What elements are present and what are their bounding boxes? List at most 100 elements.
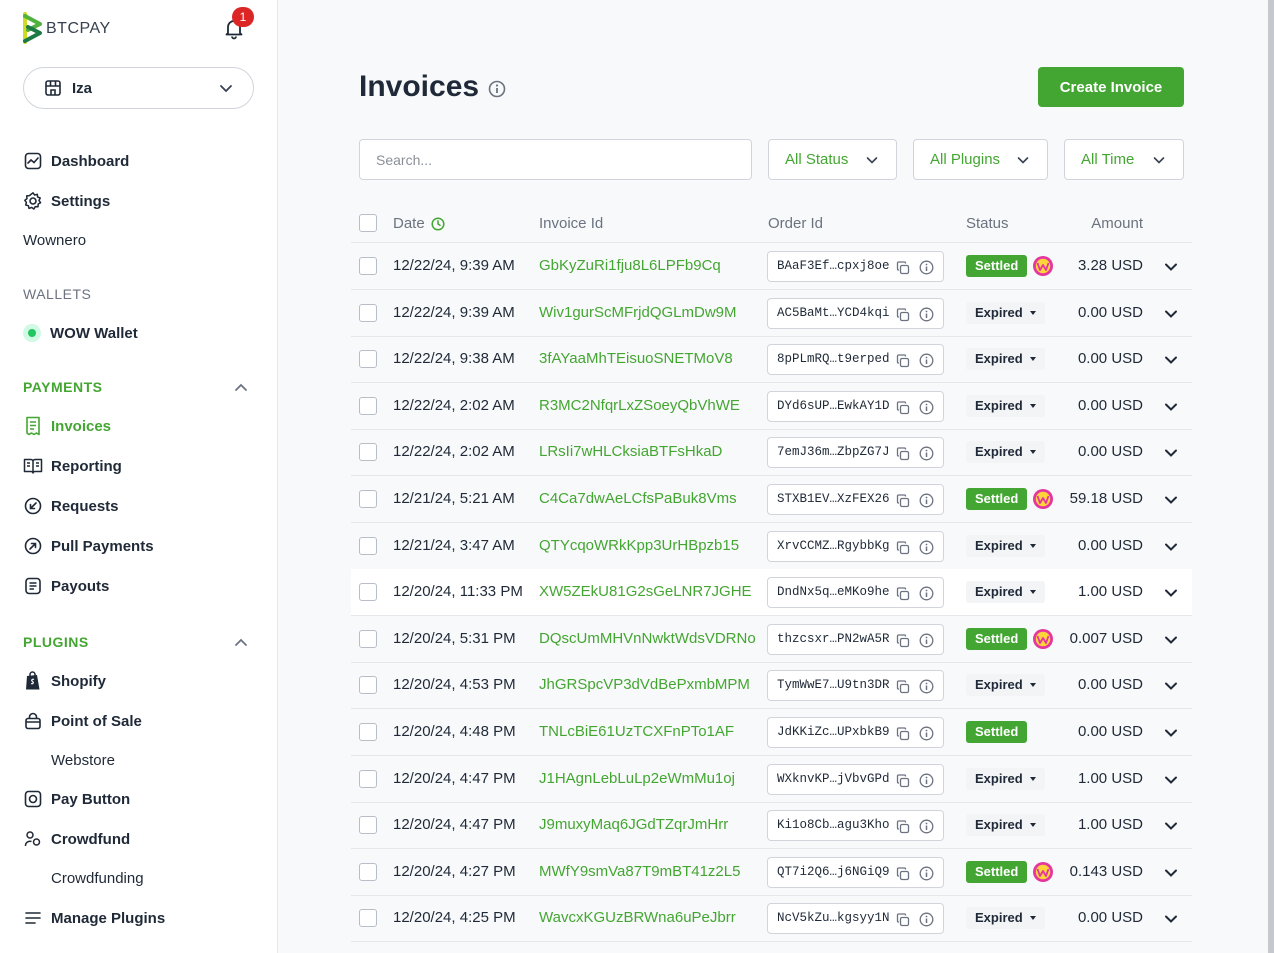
invoice-id-link[interactable]: Wiv1gurScMFrjdQGLmDw9M <box>539 304 737 321</box>
copy-icon[interactable] <box>896 634 910 652</box>
invoice-id-link[interactable]: LRsIi7wHLCksiaBTFsHkaD <box>539 443 722 460</box>
status-badge[interactable]: Expired <box>966 394 1045 417</box>
row-checkbox[interactable] <box>359 723 377 741</box>
brand-logo-link[interactable]: BTCPAY <box>23 12 111 44</box>
chevron-down-icon[interactable] <box>1164 633 1178 651</box>
row-checkbox[interactable] <box>359 862 377 881</box>
info-icon[interactable] <box>919 679 934 698</box>
invoice-id-link[interactable]: GbKyZuRi1fju8L6LPFb9Cq <box>539 257 721 274</box>
info-icon[interactable] <box>919 866 934 885</box>
time-filter-dropdown[interactable]: All Time <box>1064 139 1184 180</box>
status-badge[interactable]: Expired <box>966 767 1045 790</box>
chevron-down-icon[interactable] <box>1164 400 1178 418</box>
row-checkbox[interactable] <box>359 396 377 415</box>
row-checkbox[interactable] <box>359 816 377 835</box>
nav-requests[interactable]: Requests <box>23 494 119 518</box>
nav-pay-button[interactable]: Pay Button <box>23 787 130 811</box>
search-input[interactable] <box>359 139 752 180</box>
select-all-checkbox[interactable] <box>359 214 377 232</box>
nav-wownero[interactable]: Wownero <box>23 228 86 252</box>
invoice-id-link[interactable]: DQscUmMHVnNwktWdsVDRNo <box>539 630 756 647</box>
chevron-down-icon[interactable] <box>1164 353 1178 371</box>
table-row[interactable]: 12/22/24, 9:39 AM GbKyZuRi1fju8L6LPFb9Cq B… <box>351 243 1192 290</box>
table-row[interactable]: 12/20/24, 4:53 PM JhGRSpcVP3dVdBePxmbMPM T… <box>351 662 1192 710</box>
copy-icon[interactable] <box>896 727 910 745</box>
table-row[interactable]: 12/20/24, 4:47 PM J9muxyMaq6JGdTZqrJmHrr K… <box>351 802 1192 850</box>
row-checkbox[interactable] <box>359 536 377 555</box>
copy-icon[interactable] <box>896 354 910 372</box>
info-icon[interactable] <box>919 912 934 931</box>
row-checkbox[interactable] <box>359 257 377 275</box>
plugins-section-label[interactable]: PLUGINS <box>23 634 89 650</box>
info-icon[interactable] <box>919 260 934 279</box>
info-icon[interactable] <box>919 586 934 605</box>
nav-dashboard[interactable]: Dashboard <box>23 149 129 173</box>
invoice-id-link[interactable]: JhGRSpcVP3dVdBePxmbMPM <box>539 676 750 693</box>
info-icon[interactable] <box>488 80 506 98</box>
invoice-id-link[interactable]: C4Ca7dwAeLCfsPaBuk8Vms <box>539 490 737 507</box>
info-icon[interactable] <box>919 493 934 512</box>
chevron-down-icon[interactable] <box>1164 866 1178 884</box>
chevron-down-icon[interactable] <box>1164 586 1178 604</box>
invoice-id-link[interactable]: MWfY9smVa87T9mBT41z2L5 <box>539 863 740 880</box>
chevron-down-icon[interactable] <box>1164 773 1178 791</box>
table-row[interactable]: 12/21/24, 3:47 AM QTYcqoWRkKpp3UrHBpzb15 X… <box>351 523 1192 570</box>
info-icon[interactable] <box>919 773 934 792</box>
row-checkbox[interactable] <box>359 350 377 369</box>
copy-icon[interactable] <box>896 587 910 605</box>
info-icon[interactable] <box>919 726 934 745</box>
copy-icon[interactable] <box>896 494 910 512</box>
chevron-down-icon[interactable] <box>1164 726 1178 744</box>
nav-webstore[interactable]: Webstore <box>51 748 115 772</box>
table-row[interactable]: 12/22/24, 2:02 AM LRsIi7wHLCksiaBTFsHkaD 7… <box>351 429 1192 477</box>
nav-invoices[interactable]: Invoices <box>23 414 111 438</box>
chevron-down-icon[interactable] <box>1164 260 1178 278</box>
info-icon[interactable] <box>919 446 934 465</box>
invoice-id-link[interactable]: R3MC2NfqrLxZSoeyQbVhWE <box>539 397 740 414</box>
row-checkbox[interactable] <box>359 583 377 602</box>
info-icon[interactable] <box>919 353 934 372</box>
status-filter-dropdown[interactable]: All Status <box>768 139 897 180</box>
status-badge[interactable]: Expired <box>966 674 1045 697</box>
copy-icon[interactable] <box>896 261 910 279</box>
table-row[interactable]: 12/22/24, 2:02 AM R3MC2NfqrLxZSoeyQbVhWE D… <box>351 383 1192 430</box>
chevron-down-icon[interactable] <box>1164 679 1178 697</box>
nav-point-of-sale[interactable]: Point of Sale <box>23 709 142 733</box>
nav-reporting[interactable]: Reporting <box>23 454 122 478</box>
chevron-down-icon[interactable] <box>1164 493 1178 511</box>
status-badge[interactable]: Expired <box>966 301 1045 324</box>
invoice-id-link[interactable]: XW5ZEkU81G2sGeLNR7JGHE <box>539 583 752 600</box>
status-badge[interactable]: Expired <box>966 581 1045 604</box>
nav-shopify[interactable]: Shopify <box>23 669 106 693</box>
row-checkbox[interactable] <box>359 443 377 462</box>
nav-pull-payments[interactable]: Pull Payments <box>23 534 154 558</box>
row-checkbox[interactable] <box>359 303 377 322</box>
info-icon[interactable] <box>919 400 934 419</box>
copy-icon[interactable] <box>896 401 910 419</box>
row-checkbox[interactable] <box>359 490 377 508</box>
table-row[interactable]: 12/20/24, 4:47 PM J1HAgnLebLuLp2eWmMu1oj W… <box>351 756 1192 803</box>
copy-icon[interactable] <box>896 867 910 885</box>
table-row[interactable]: 12/20/24, 4:27 PM MWfY9smVa87T9mBT41z2L5 Q… <box>351 849 1192 896</box>
status-badge[interactable]: Expired <box>966 814 1045 837</box>
create-invoice-button[interactable]: Create Invoice <box>1038 67 1184 107</box>
invoice-id-link[interactable]: J9muxyMaq6JGdTZqrJmHrr <box>539 816 728 833</box>
chevron-up-icon[interactable] <box>234 636 248 650</box>
row-checkbox[interactable] <box>359 769 377 788</box>
info-icon[interactable] <box>919 540 934 559</box>
date-column-header[interactable]: Date <box>393 215 445 232</box>
nav-payouts[interactable]: Payouts <box>23 574 109 598</box>
chevron-down-icon[interactable] <box>1164 819 1178 837</box>
nav-settings[interactable]: Settings <box>23 189 110 213</box>
nav-crowdfund[interactable]: Crowdfund <box>23 827 130 851</box>
row-checkbox[interactable] <box>359 629 377 648</box>
info-icon[interactable] <box>919 819 934 838</box>
copy-icon[interactable] <box>896 307 910 326</box>
table-row[interactable]: 12/20/24, 4:48 PM TNLcBiE61UzTCXFnPTo1AF J… <box>351 709 1192 756</box>
table-row[interactable]: 12/20/24, 5:31 PM DQscUmMHVnNwktWdsVDRNo t… <box>351 616 1192 663</box>
nav-crowdfunding[interactable]: Crowdfunding <box>51 866 144 890</box>
table-row[interactable]: 12/21/24, 5:21 AM C4Ca7dwAeLCfsPaBuk8Vms S… <box>351 476 1192 523</box>
invoice-id-link[interactable]: QTYcqoWRkKpp3UrHBpzb15 <box>539 537 739 554</box>
store-selector[interactable]: Iza <box>23 67 254 109</box>
page-scrollbar[interactable] <box>1268 0 1274 953</box>
